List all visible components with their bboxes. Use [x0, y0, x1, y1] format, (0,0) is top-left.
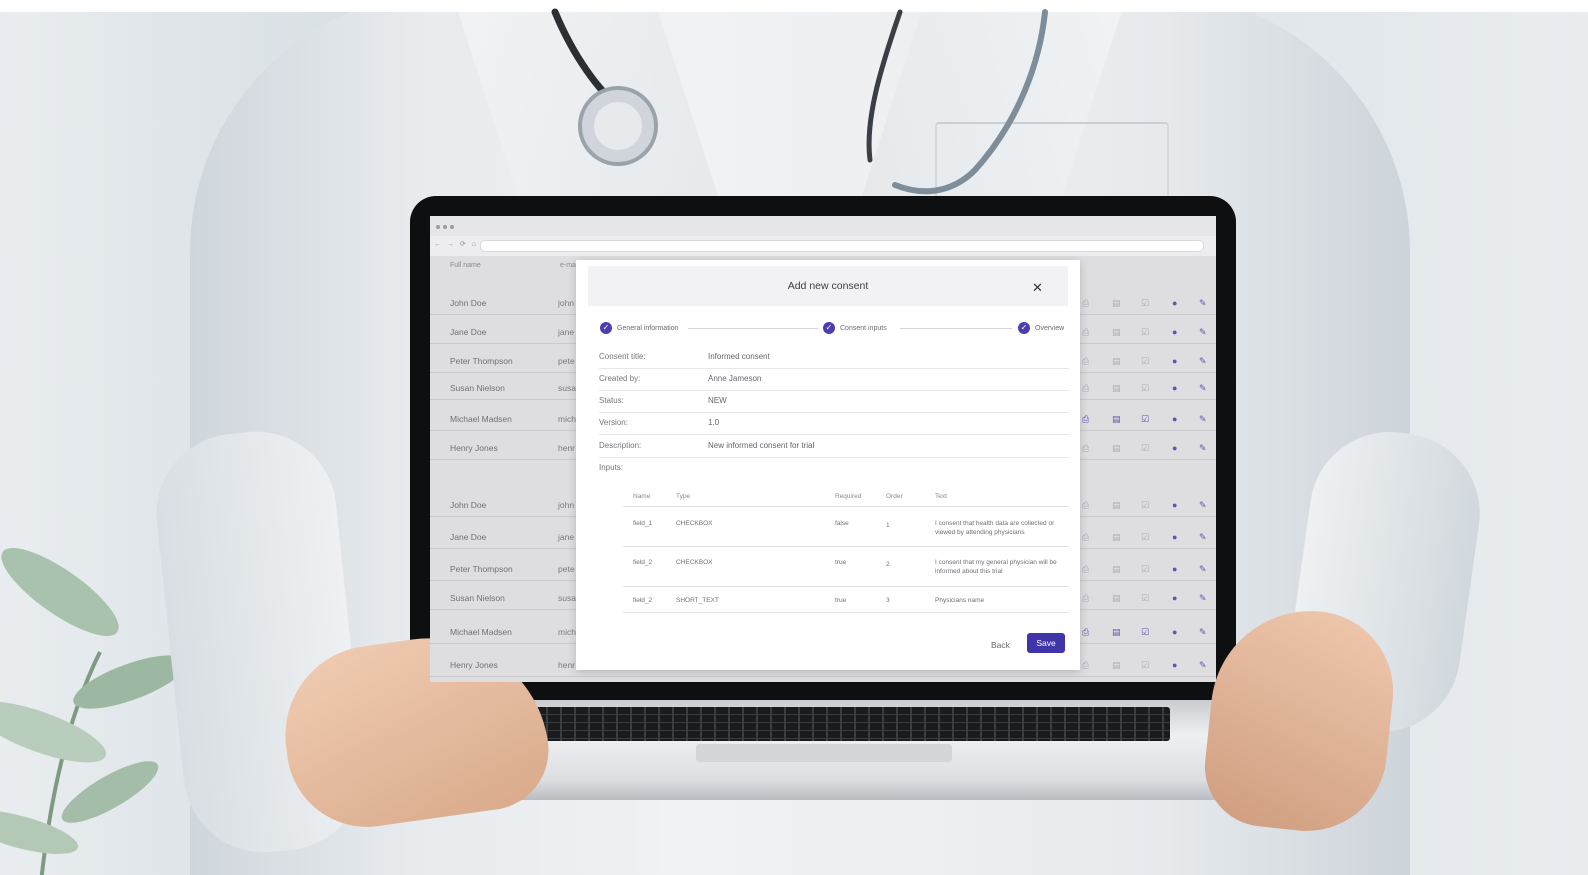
input-row-order: 3: [886, 597, 890, 604]
input-row-text: I consent that health data are collected…: [935, 520, 1055, 536]
inputs-header-text: Text: [935, 493, 947, 500]
save-button[interactable]: Save: [1027, 633, 1065, 653]
back-button[interactable]: Back: [991, 640, 1010, 650]
step-label: Overview: [1035, 324, 1065, 332]
browser-address-bar: ← → ⟳ ⌂: [430, 236, 1216, 256]
field-value: Anne Jameson: [708, 374, 762, 383]
window-dot[interactable]: [450, 225, 454, 229]
dialog-title: Add new consent: [787, 280, 869, 292]
input-row-name: field_2: [633, 597, 653, 604]
field-label: Consent title:: [599, 352, 646, 361]
input-row-name: field_2: [633, 559, 653, 566]
laptop-keyboard: [478, 707, 1170, 741]
input-row-required: true: [835, 597, 847, 604]
input-row-order: 2: [886, 561, 890, 568]
field-label: Inputs:: [599, 463, 624, 472]
field-status: Status: NEW: [599, 390, 1069, 413]
step-connector: [900, 328, 1012, 329]
field-label: Created by:: [599, 374, 641, 383]
browser-nav-icons[interactable]: ← → ⟳ ⌂: [434, 240, 478, 248]
step-label: Consent inputs: [840, 324, 887, 332]
inputs-header-name: Name: [633, 493, 651, 500]
step-connector: [688, 328, 818, 329]
input-row-type: CHECKBOX: [676, 559, 713, 566]
input-row-text: Physicians name: [935, 597, 985, 604]
inputs-header-required: Required: [835, 493, 862, 500]
field-created-by: Created by: Anne Jameson: [599, 368, 1069, 391]
field-consent-title: Consent title: Informed consent: [599, 346, 1069, 369]
window-dot[interactable]: [443, 225, 447, 229]
step-general-information[interactable]: ✓ General information: [600, 322, 678, 334]
step-label: General information: [617, 324, 679, 332]
field-inputs: Inputs:: [599, 457, 1069, 479]
dialog-header: Add new consent ✕: [588, 266, 1068, 306]
laptop-screen: ← → ⟳ ⌂ Full name e-ma John Doe john ⎙ ▤ ☑ ● ✎…: [430, 216, 1216, 682]
table-divider: [623, 586, 1069, 587]
check-icon: ✓: [1018, 322, 1030, 334]
input-row-name: field_1: [633, 520, 653, 527]
browser-titlebar: [430, 216, 1216, 236]
field-label: Description:: [599, 441, 642, 450]
close-icon[interactable]: ✕: [1032, 281, 1043, 294]
table-divider: [623, 506, 1069, 507]
add-consent-dialog: Add new consent ✕ ✓ General information …: [576, 260, 1080, 670]
input-row-type: CHECKBOX: [676, 520, 713, 527]
table-divider: [623, 612, 1069, 613]
step-overview[interactable]: ✓ Overview: [1018, 322, 1064, 334]
input-row-required: false: [835, 520, 849, 527]
field-label: Version:: [599, 418, 628, 427]
field-value: 1.0: [708, 418, 720, 427]
field-version: Version: 1.0: [599, 412, 1069, 435]
input-row-type: SHORT_TEXT: [676, 597, 719, 604]
field-value: New informed consent for trial: [708, 441, 815, 450]
inputs-header-order: Order: [886, 493, 903, 500]
url-field[interactable]: [480, 240, 1204, 252]
inputs-header-type: Type: [676, 493, 691, 500]
field-value: NEW: [708, 396, 727, 405]
field-label: Status:: [599, 396, 624, 405]
window-dot[interactable]: [436, 225, 440, 229]
table-divider: [623, 546, 1069, 547]
stepper: ✓ General information ✓ Consent inputs ✓…: [600, 322, 1070, 336]
input-row-required: true: [835, 559, 847, 566]
laptop-trackpad: [696, 744, 952, 762]
field-value: Informed consent: [708, 352, 770, 361]
field-description: Description: New informed consent for tr…: [599, 435, 1069, 458]
input-row-text: I consent that my general physician will…: [935, 559, 1057, 575]
step-consent-inputs[interactable]: ✓ Consent inputs: [823, 322, 887, 334]
input-row-order: 1: [886, 522, 890, 529]
check-icon: ✓: [823, 322, 835, 334]
check-icon: ✓: [600, 322, 612, 334]
